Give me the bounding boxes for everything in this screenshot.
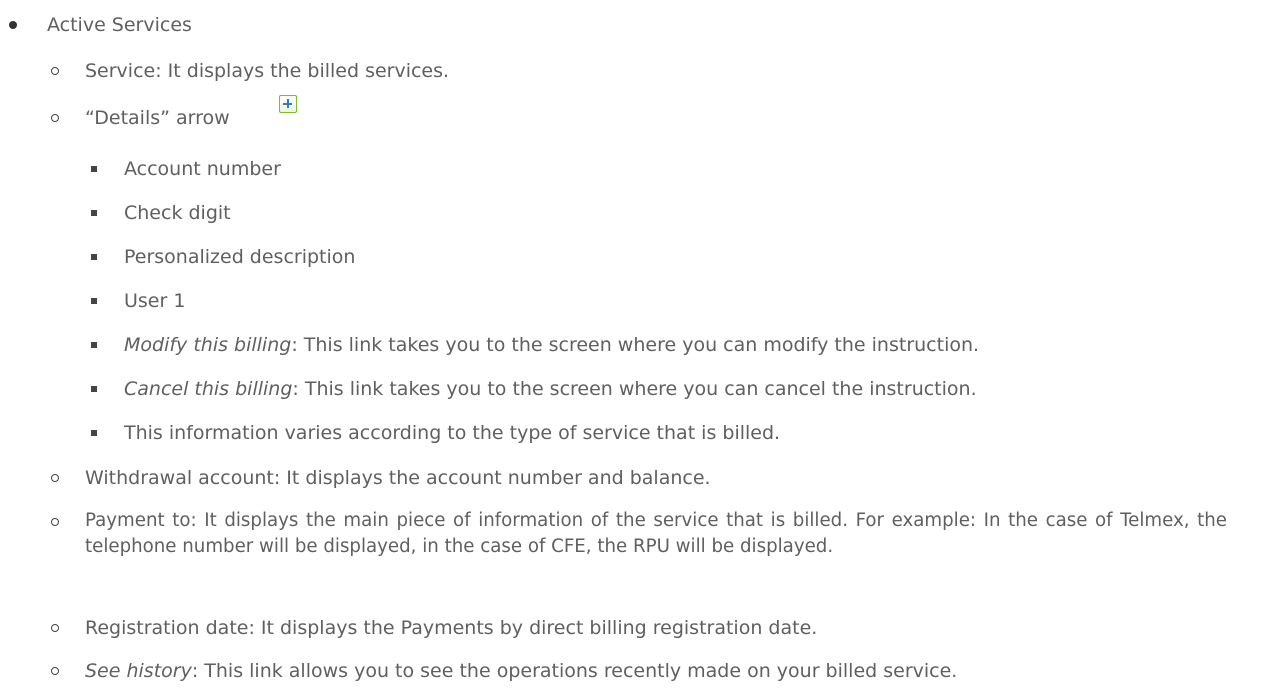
registration-date-item: Registration date: It displays the Payme… [85,617,818,639]
modify-billing-item: Modify this billing: This link takes you… [124,332,979,358]
see-history-link[interactable]: See history [85,660,192,682]
see-history-text: : This link allows you to see the operat… [191,660,958,682]
details-arrow-item: “Details” arrow [85,105,230,131]
cancel-billing-item: Cancel this billing: This link takes you… [124,376,977,402]
bullet-dot [9,21,17,29]
modify-billing-text: : This link takes you to the screen wher… [291,334,980,356]
user-1-item: User 1 [124,290,186,312]
bullet-square [91,386,97,392]
plus-icon[interactable] [279,95,297,113]
bullet-circle [51,667,59,675]
details-arrow-label: “Details” arrow [85,107,230,129]
bullet-circle [51,624,59,632]
personalized-description-item: Personalized description [124,246,356,268]
service-item: Service: It displays the billed services… [85,60,450,82]
account-number-item: Account number [124,158,281,180]
bullet-square [91,430,97,436]
bullet-circle [51,67,59,75]
see-history-item: See history: This link allows you to see… [85,658,957,684]
bullet-square [91,342,97,348]
check-digit-item: Check digit [124,202,231,224]
withdrawal-account-item: Withdrawal account: It displays the acco… [85,467,711,489]
info-varies-item: This information varies according to the… [124,422,781,444]
payment-to-item: Payment to: It displays the main piece o… [85,510,1227,557]
bullet-square [91,254,97,260]
bullet-circle [51,518,59,526]
active-services-heading: Active Services [47,14,192,36]
bullet-circle [51,114,59,122]
bullet-circle [51,474,59,482]
bullet-square [91,210,97,216]
modify-billing-link[interactable]: Modify this billing [124,334,291,356]
bullet-square [91,298,97,304]
cancel-billing-link[interactable]: Cancel this billing [124,378,292,400]
bullet-square [91,166,97,172]
cancel-billing-text: : This link takes you to the screen wher… [292,378,977,400]
